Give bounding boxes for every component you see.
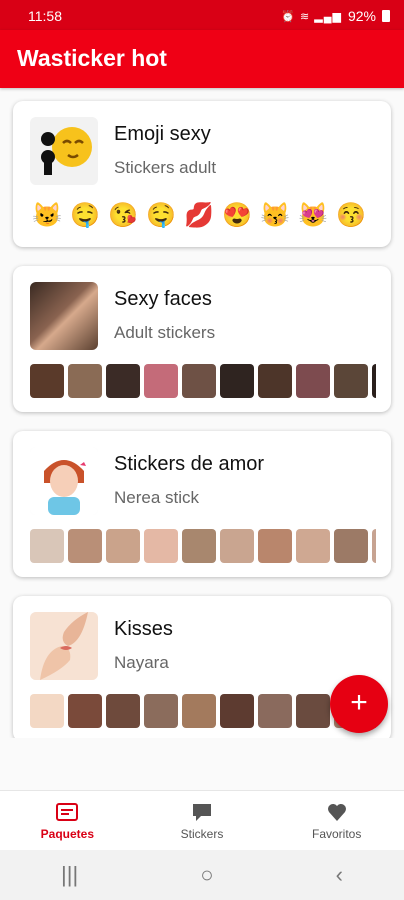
home-button[interactable]: ○ xyxy=(200,862,213,888)
sticker-thumb xyxy=(372,364,376,398)
sticker-preview-strip xyxy=(30,529,376,563)
sticker-thumb xyxy=(258,694,292,728)
sticker-thumb xyxy=(258,529,292,563)
sticker-thumb xyxy=(296,529,330,563)
pack-card-emoji-sexy[interactable]: Emoji sexy Stickers adult 😼 🤤 😘 🤤 💋 😍 😽 … xyxy=(13,101,391,247)
sticker-preview-strip xyxy=(30,694,376,728)
nav-label: Paquetes xyxy=(40,827,95,841)
sticker-thumb xyxy=(182,694,216,728)
face-photo xyxy=(30,282,98,350)
nav-label: Favoritos xyxy=(312,827,362,841)
sticker-thumb: 😍 xyxy=(220,199,254,233)
sticker-thumb xyxy=(30,529,64,563)
nav-label: Stickers xyxy=(180,827,224,841)
sticker-thumb xyxy=(182,364,216,398)
pack-title: Kisses xyxy=(114,618,173,640)
sticker-thumb xyxy=(258,364,292,398)
sticker-thumb: 🤤 xyxy=(144,199,178,233)
sticker-thumb xyxy=(106,529,140,563)
signal-icon: ⏰ ≋ ▂▄▆ xyxy=(281,10,342,23)
sticker-thumb xyxy=(144,364,178,398)
sticker-preview-strip xyxy=(30,364,376,398)
battery-icon xyxy=(382,10,390,22)
pack-author: Stickers adult xyxy=(114,158,217,177)
chat-bubble-icon xyxy=(193,804,211,821)
sticker-thumb xyxy=(68,694,102,728)
sticker-thumb: 😼 xyxy=(30,199,64,233)
recents-button[interactable]: ||| xyxy=(61,862,78,888)
sticker-thumb xyxy=(220,694,254,728)
sticker-thumb xyxy=(296,364,330,398)
pack-title: Sexy faces xyxy=(114,288,212,310)
bottom-navigation: Paquetes Stickers Favoritos xyxy=(0,790,404,851)
sticker-thumb xyxy=(106,694,140,728)
pack-author: Nerea stick xyxy=(114,488,200,507)
app-bar: Wasticker hot xyxy=(0,30,404,88)
sticker-thumb: 💋 xyxy=(372,199,376,233)
sticker-thumb: 😻 xyxy=(296,199,330,233)
sticker-thumb: 🤤 xyxy=(68,199,102,233)
sticker-thumb xyxy=(30,694,64,728)
sticker-thumb xyxy=(182,529,216,563)
heart-icon xyxy=(327,804,346,821)
sticker-thumb xyxy=(30,364,64,398)
status-icons: ⏰ ≋ ▂▄▆ 92% xyxy=(281,8,390,24)
sticker-thumb: 😽 xyxy=(258,199,292,233)
sticker-thumb xyxy=(372,529,376,563)
sticker-thumb xyxy=(68,529,102,563)
system-navigation-bar: ||| ○ ‹ xyxy=(0,850,404,900)
pack-card-stickers-de-amor[interactable]: Stickers de amor Nerea stick xyxy=(13,431,391,577)
sticker-thumb: 💋 xyxy=(182,199,216,233)
girl-blowing-kiss xyxy=(30,447,98,515)
sticker-thumb: 😘 xyxy=(106,199,140,233)
nav-tab-favoritos[interactable]: Favoritos xyxy=(269,791,404,851)
sticker-thumb: 😚 xyxy=(334,199,368,233)
back-button[interactable]: ‹ xyxy=(336,862,343,888)
pack-title: Emoji sexy xyxy=(114,123,211,145)
sticker-thumb xyxy=(144,529,178,563)
sticker-thumb xyxy=(106,364,140,398)
status-bar: 11:58 ⏰ ≋ ▂▄▆ 92% xyxy=(0,0,404,30)
sticker-preview-strip: 😼 🤤 😘 🤤 💋 😍 😽 😻 😚 💋 xyxy=(30,199,376,233)
sticker-thumb xyxy=(334,364,368,398)
nav-tab-paquetes[interactable]: Paquetes xyxy=(0,791,135,851)
battery-text: 92% xyxy=(347,8,376,24)
kiss-illustration xyxy=(30,612,98,680)
sticker-thumb xyxy=(68,364,102,398)
kiss-emoji-icon xyxy=(30,117,98,185)
pack-card-sexy-faces[interactable]: Sexy faces Adult stickers xyxy=(13,266,391,412)
pack-author: Adult stickers xyxy=(114,323,216,342)
sticker-thumb xyxy=(220,529,254,563)
pack-list[interactable]: Emoji sexy Stickers adult 😼 🤤 😘 🤤 💋 😍 😽 … xyxy=(0,88,404,738)
app-title: Wasticker hot xyxy=(17,45,167,71)
sticker-thumb xyxy=(144,694,178,728)
sticker-thumb xyxy=(334,529,368,563)
pack-author: Nayara xyxy=(114,653,169,672)
clock: 11:58 xyxy=(28,8,62,24)
add-pack-button[interactable]: + xyxy=(330,675,388,733)
packages-icon xyxy=(56,803,79,821)
sticker-thumb xyxy=(220,364,254,398)
pack-title: Stickers de amor xyxy=(114,453,265,475)
nav-tab-stickers[interactable]: Stickers xyxy=(135,791,270,851)
sticker-thumb xyxy=(296,694,330,728)
